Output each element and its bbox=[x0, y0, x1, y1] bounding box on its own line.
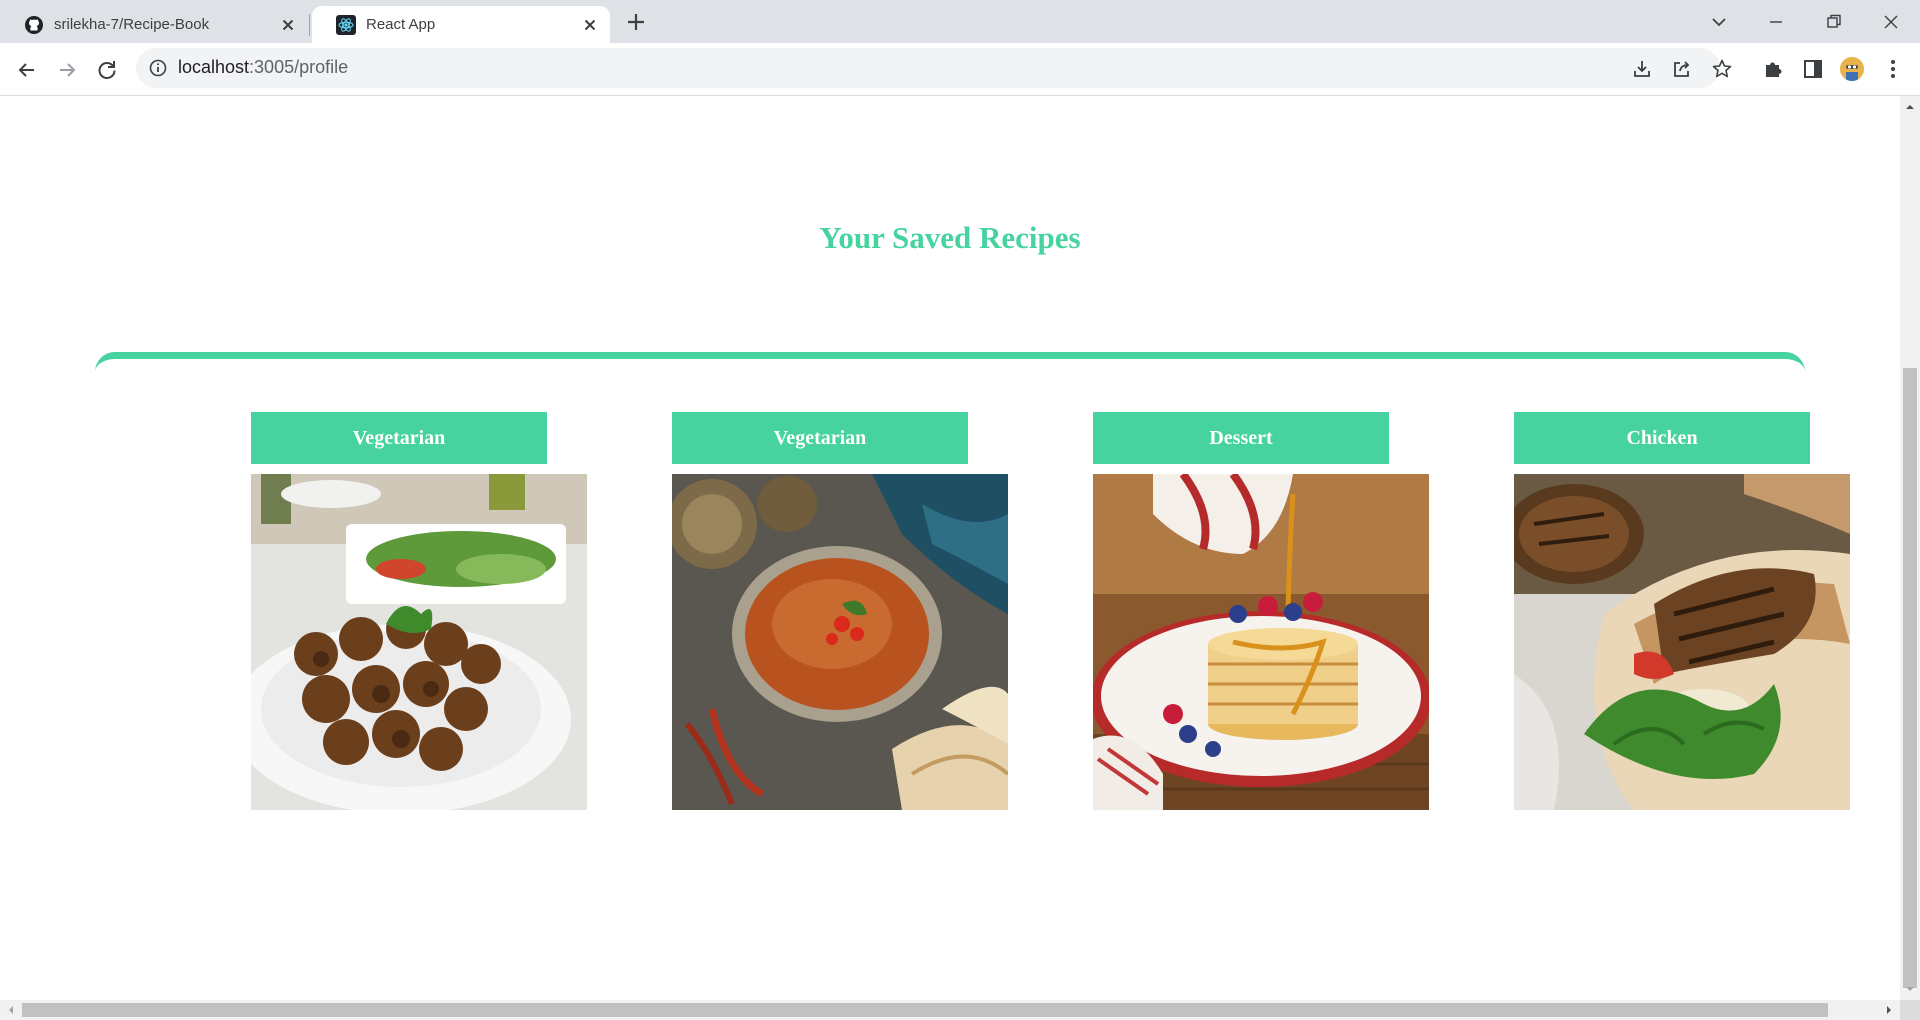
new-tab-plus-icon[interactable] bbox=[624, 10, 648, 34]
react-icon bbox=[336, 14, 356, 35]
scroll-down-arrow-icon[interactable] bbox=[1903, 982, 1917, 996]
share-icon[interactable] bbox=[1671, 58, 1693, 80]
browser-toolbar: localhost:3005/profile bbox=[0, 43, 1920, 96]
recipe-card[interactable]: Chicken bbox=[1514, 412, 1854, 810]
avatar-icon bbox=[1840, 57, 1864, 81]
recipe-category-button[interactable]: Vegetarian bbox=[251, 412, 547, 464]
recipe-image[interactable] bbox=[1093, 474, 1429, 810]
back-arrow-icon[interactable] bbox=[13, 56, 41, 84]
tab-github-recipe-book[interactable]: srilekha-7/Recipe-Book bbox=[0, 6, 308, 43]
close-icon[interactable] bbox=[580, 15, 600, 35]
github-icon bbox=[25, 15, 43, 34]
more-menu-icon[interactable] bbox=[1880, 56, 1906, 82]
scroll-up-arrow-icon[interactable] bbox=[1903, 100, 1917, 114]
recipe-category-button[interactable]: Chicken bbox=[1514, 412, 1810, 464]
recipe-card[interactable]: Dessert bbox=[1093, 412, 1433, 810]
tab-title: srilekha-7/Recipe-Book bbox=[54, 16, 210, 33]
url-host: localhost bbox=[178, 57, 250, 77]
section-divider bbox=[95, 352, 1805, 392]
bookmark-star-icon[interactable] bbox=[1711, 58, 1733, 80]
profile-avatar[interactable] bbox=[1840, 57, 1864, 81]
side-panel-icon[interactable] bbox=[1800, 56, 1826, 82]
recipe-category-button[interactable]: Vegetarian bbox=[672, 412, 968, 464]
horizontal-scroll-thumb[interactable] bbox=[22, 1003, 1828, 1017]
vertical-scroll-thumb[interactable] bbox=[1903, 368, 1917, 988]
tab-search-chevron-icon[interactable] bbox=[1705, 8, 1733, 36]
recipe-card[interactable]: Vegetarian bbox=[251, 412, 591, 810]
recipe-image[interactable] bbox=[1514, 474, 1850, 810]
vertical-scrollbar[interactable] bbox=[1900, 96, 1920, 1000]
tab-react-app[interactable]: React App bbox=[312, 6, 610, 43]
forward-arrow-icon[interactable] bbox=[53, 56, 81, 84]
site-info-icon[interactable] bbox=[148, 58, 168, 78]
restore-icon[interactable] bbox=[1820, 8, 1848, 36]
tab-separator bbox=[309, 14, 310, 36]
url-text: localhost:3005/profile bbox=[178, 57, 348, 78]
tab-strip: srilekha-7/Recipe-Book React App bbox=[0, 0, 1920, 43]
address-bar[interactable]: localhost:3005/profile bbox=[136, 48, 1732, 88]
minimize-icon[interactable] bbox=[1762, 8, 1790, 36]
recipe-category-button[interactable]: Dessert bbox=[1093, 412, 1389, 464]
recipe-image[interactable] bbox=[672, 474, 1008, 810]
recipe-card[interactable]: Vegetarian bbox=[672, 412, 1012, 810]
extensions-puzzle-icon[interactable] bbox=[1760, 56, 1786, 82]
scroll-left-arrow-icon[interactable] bbox=[4, 1003, 18, 1017]
scroll-right-arrow-icon[interactable] bbox=[1882, 1003, 1896, 1017]
install-app-icon[interactable] bbox=[1631, 58, 1653, 80]
horizontal-scrollbar[interactable] bbox=[0, 1000, 1900, 1020]
tab-title: React App bbox=[366, 16, 436, 33]
reload-icon[interactable] bbox=[93, 56, 121, 84]
recipe-image[interactable] bbox=[251, 474, 587, 810]
scrollbar-corner bbox=[1900, 1000, 1920, 1020]
close-window-icon[interactable] bbox=[1877, 8, 1905, 36]
url-path: :3005/profile bbox=[249, 57, 349, 77]
close-icon[interactable] bbox=[278, 15, 298, 35]
page-title: Your Saved Recipes bbox=[819, 220, 1081, 255]
page-viewport: Your Saved Recipes Vegetarian Vegetarian… bbox=[0, 96, 1900, 1000]
